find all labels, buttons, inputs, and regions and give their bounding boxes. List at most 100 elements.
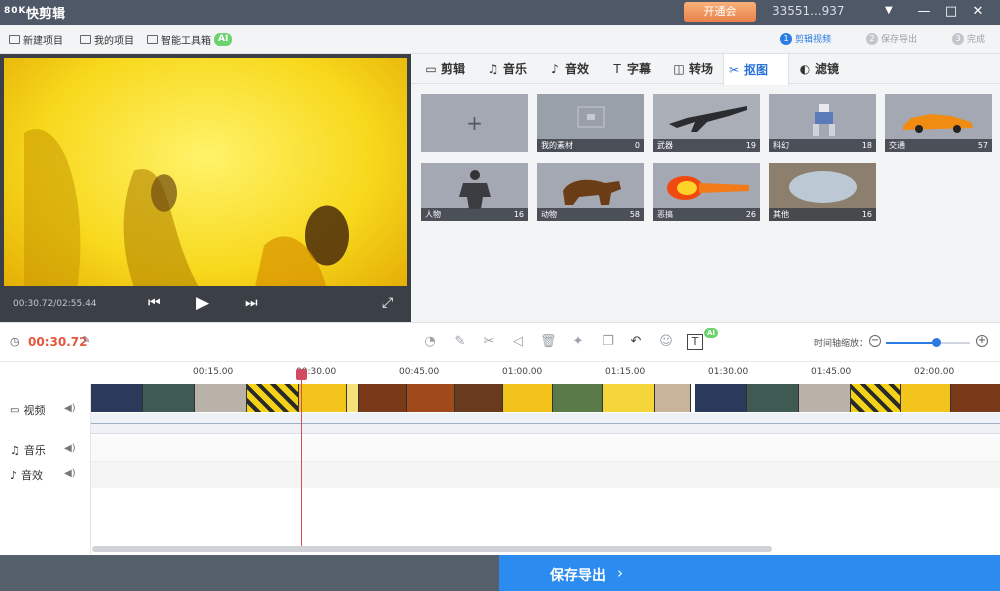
ai-badge: AI — [704, 328, 719, 338]
sticker-icon[interactable]: ☺ — [658, 334, 674, 350]
ruler-tick: 01:45.00 — [811, 367, 852, 377]
tile-caption: 我的素材 0 — [537, 139, 644, 152]
vip-button[interactable]: 开通会 — [684, 2, 756, 22]
tile-count: 19 — [745, 141, 756, 150]
sound-effect-icon: ♪ — [551, 62, 559, 76]
asset-tile-people[interactable]: 人物 16 — [421, 163, 528, 221]
video-frame-thumb — [359, 384, 407, 412]
step-edit-video[interactable]: 1 剪辑视频 — [780, 32, 831, 45]
video-frame-thumb — [799, 384, 851, 412]
tile-caption: 其他 16 — [769, 208, 876, 221]
step-number: 2 — [866, 32, 878, 45]
zoom-out-button[interactable]: − — [869, 335, 881, 347]
track-headers: ▭ 视频 ◀) ♫ 音乐 ◀) ♪ 音效 ◀) — [0, 384, 91, 554]
tile-count: 16 — [513, 210, 524, 219]
video-frame-thumb — [91, 384, 143, 412]
maximize-button[interactable]: □ — [939, 0, 963, 25]
asset-tile-weapons[interactable]: 武器 19 — [653, 94, 760, 152]
add-asset-tile[interactable]: + — [421, 94, 528, 152]
timeline-scrollbar[interactable] — [92, 546, 772, 552]
tab-filters[interactable]: ◐ 滤镜 — [795, 54, 839, 84]
ruler-tick: 01:00.00 — [502, 367, 543, 377]
person-thumbnail — [459, 170, 491, 209]
my-projects-button[interactable]: 我的项目 — [80, 32, 134, 47]
sfx-volume-icon[interactable]: ◀) — [64, 468, 76, 479]
account-dropdown-icon[interactable]: ▼ — [885, 5, 893, 16]
cut-icon[interactable]: ✂ — [481, 334, 497, 350]
speed-icon[interactable]: ◔ — [422, 334, 438, 350]
smart-toolbox-button[interactable]: 智能工具箱 AI — [147, 32, 233, 47]
sfx-track-label: 音效 — [21, 469, 44, 482]
asset-tile-vehicles[interactable]: 交通 57 — [885, 94, 992, 152]
asset-tile-my-materials[interactable]: 我的素材 0 — [537, 94, 644, 152]
filter-icon: ◐ — [799, 62, 811, 76]
step-save-export[interactable]: 2 保存导出 — [866, 32, 917, 45]
user-account[interactable]: 33551...937 — [772, 4, 845, 18]
zoom-slider-thumb[interactable] — [932, 338, 942, 347]
play-icon[interactable]: ▶ — [196, 293, 209, 313]
copy-icon[interactable]: ❐ — [600, 334, 616, 350]
clip-icon: ▭ — [425, 62, 437, 76]
undo-icon[interactable]: ↶ — [628, 334, 644, 350]
tab-label: 字幕 — [627, 62, 652, 76]
save-export-button[interactable]: 保存导出 › — [499, 555, 1000, 591]
new-project-icon — [9, 35, 20, 44]
step-number: 1 — [780, 32, 792, 45]
pencil-icon[interactable]: ✎ — [452, 334, 468, 350]
tab-label: 转场 — [689, 62, 714, 76]
rifle-thumbnail — [669, 106, 747, 132]
close-button[interactable]: ✕ — [966, 0, 990, 25]
sfx-track-header: ♪ 音效 — [10, 467, 43, 483]
asset-tile-funny[interactable]: 恶搞 26 — [653, 163, 760, 221]
tile-count: 16 — [861, 210, 872, 219]
tab-cutout[interactable]: ✂ 抠图 — [723, 54, 789, 85]
tile-caption: 恶搞 26 — [653, 208, 760, 221]
tab-edit[interactable]: ▭ 剪辑 — [421, 54, 465, 84]
asset-tile-other[interactable]: 其他 16 — [769, 163, 876, 221]
asset-tile-animals[interactable]: 动物 58 — [537, 163, 644, 221]
tab-label: 音效 — [565, 62, 590, 76]
app-logo: 80K — [4, 6, 27, 16]
tab-sound-effects[interactable]: ♪ 音效 — [545, 54, 589, 84]
fullscreen-icon[interactable]: ⤢ — [382, 295, 393, 311]
tab-label: 抠图 — [744, 62, 769, 77]
music-track-area[interactable] — [91, 436, 1000, 462]
tile-name: 恶搞 — [657, 210, 673, 219]
new-project-button[interactable]: 新建项目 — [9, 32, 63, 47]
video-preview-panel — [0, 54, 411, 338]
chevron-right-icon: › — [617, 564, 623, 582]
playhead-line[interactable] — [301, 370, 302, 548]
timeline-tracks[interactable] — [91, 384, 1000, 554]
minimize-button[interactable]: — — [912, 0, 936, 25]
video-volume-icon[interactable]: ◀) — [64, 403, 76, 414]
step-done[interactable]: 3 完成 — [952, 32, 985, 45]
tile-name: 交通 — [889, 141, 905, 150]
zoom-in-button[interactable]: + — [976, 335, 988, 347]
playhead-handle[interactable] — [296, 369, 307, 380]
transition-icon: ◫ — [673, 62, 685, 76]
save-export-label: 保存导出 — [550, 568, 606, 584]
previous-frame-icon[interactable]: ⏮ — [148, 295, 161, 311]
folder-icon — [80, 35, 91, 44]
asset-tile-scifi[interactable]: 科幻 18 — [769, 94, 876, 152]
edit-time-icon[interactable]: ✎ — [82, 335, 90, 346]
timeline-ruler[interactable]: 00:15.00 00:30.00 00:45.00 01:00.00 01:1… — [91, 362, 1000, 384]
tab-music[interactable]: ♫ 音乐 — [483, 54, 527, 84]
sfx-icon: ♪ — [10, 468, 18, 482]
step-label: 保存导出 — [881, 35, 918, 45]
video-frame-thumb — [603, 384, 655, 412]
sfx-track-area[interactable] — [91, 462, 1000, 488]
next-frame-icon[interactable]: ⏭ — [245, 295, 258, 311]
music-volume-icon[interactable]: ◀) — [64, 443, 76, 454]
volume-icon[interactable]: ◁ — [510, 334, 526, 350]
tile-count: 57 — [977, 141, 988, 150]
step-label: 完成 — [967, 35, 986, 45]
video-frame-thumb — [747, 384, 799, 412]
tab-transitions[interactable]: ◫ 转场 — [669, 54, 713, 84]
ai-subtitle-icon[interactable]: T — [687, 334, 703, 350]
effects-icon[interactable]: ✦ — [570, 334, 586, 350]
video-frame-thumb — [503, 384, 553, 412]
tab-subtitles[interactable]: T 字幕 — [607, 54, 651, 84]
delete-icon[interactable]: 🗑 — [540, 334, 557, 350]
step-number: 3 — [952, 32, 964, 45]
